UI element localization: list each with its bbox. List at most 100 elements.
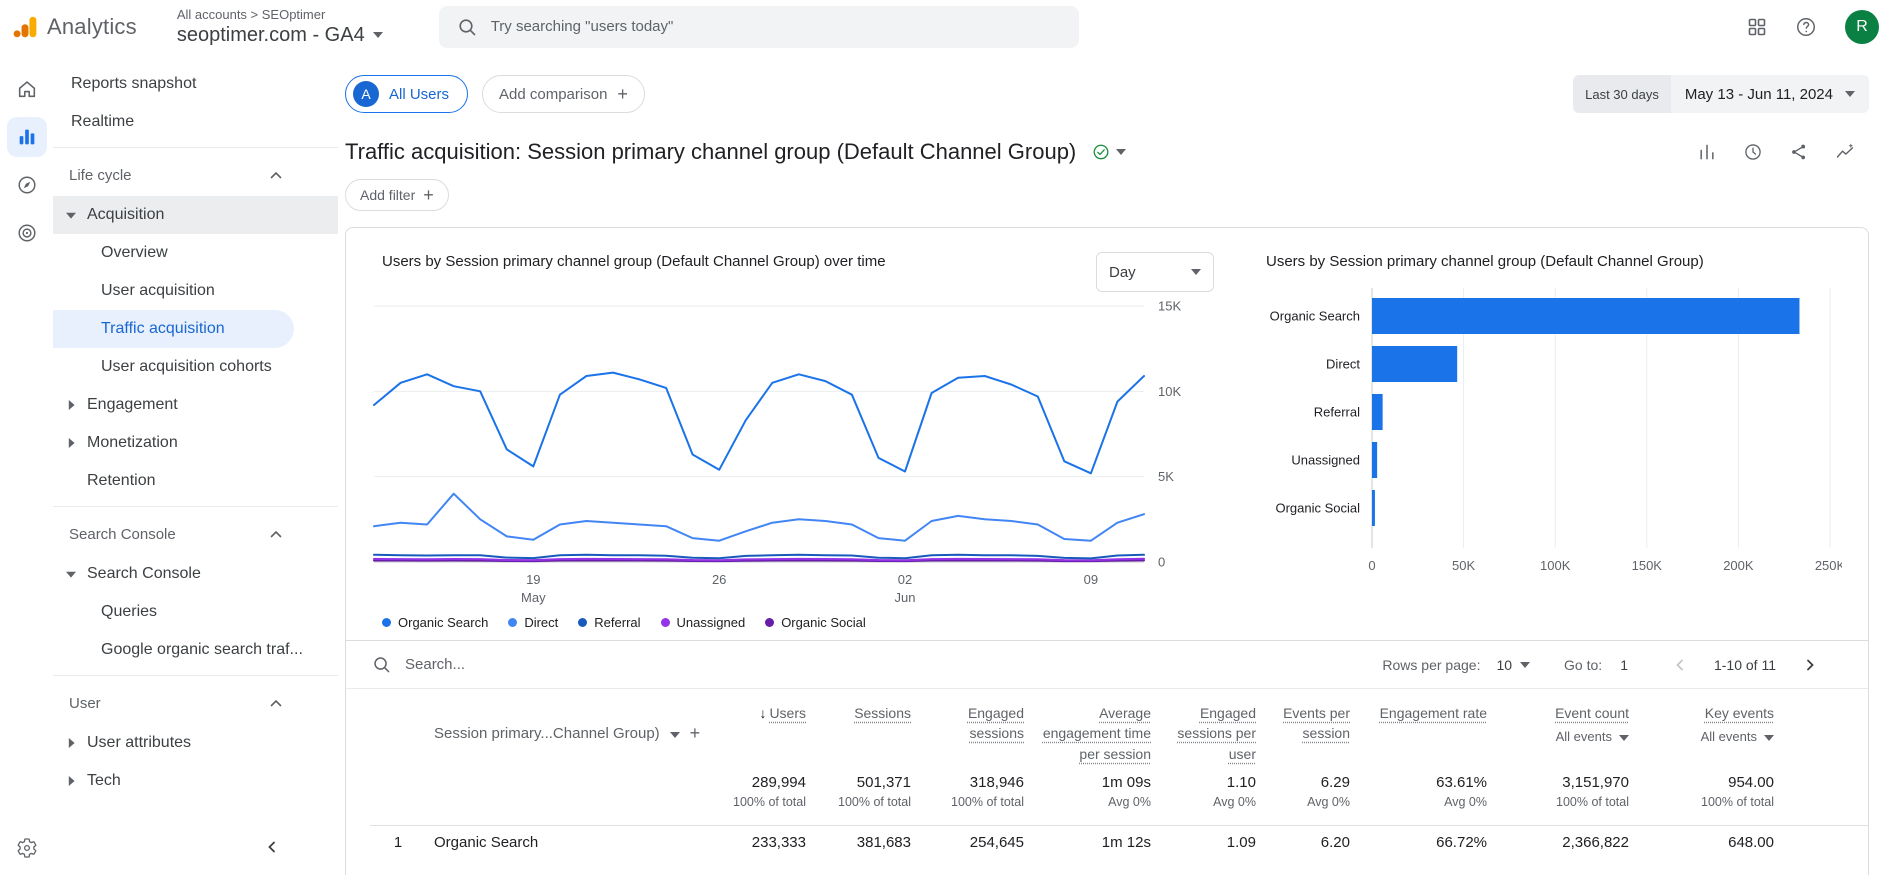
apps-grid-icon[interactable] xyxy=(1747,17,1767,37)
totals-cell: 63.61%Avg 0% xyxy=(1350,774,1487,809)
column-header-event-count[interactable]: Event countAll events xyxy=(1487,703,1629,764)
insights-icon[interactable] xyxy=(1835,142,1855,162)
sidebar-item-overview[interactable]: Overview xyxy=(53,234,338,272)
sidebar-section-search-console[interactable]: Search Console xyxy=(53,513,338,555)
dimension-header[interactable]: Session primary...Channel Group)+ xyxy=(426,703,703,764)
settings-gear-icon[interactable] xyxy=(16,837,38,859)
sidebar-item-user-acquisition-cohorts[interactable]: User acquisition cohorts xyxy=(53,348,338,386)
reports-icon[interactable] xyxy=(7,117,47,157)
report-actions xyxy=(1697,142,1855,162)
global-search[interactable] xyxy=(439,6,1079,48)
row-metric-value: 6.20 xyxy=(1256,834,1350,851)
report-validity-badge[interactable] xyxy=(1086,139,1132,165)
sidebar-item-tech[interactable]: Tech xyxy=(53,762,338,800)
svg-text:02: 02 xyxy=(898,572,912,587)
goto-label: Go to: xyxy=(1564,657,1602,673)
table-totals-row: 289,994100% of total501,371100% of total… xyxy=(370,774,1868,825)
totals-value: 1m 09s xyxy=(1024,774,1151,791)
home-icon[interactable] xyxy=(7,69,47,109)
sidebar-item-search-console[interactable]: Search Console xyxy=(53,555,338,593)
sidebar-item-retention[interactable]: Retention xyxy=(53,462,338,500)
column-header-key-events[interactable]: Key events All events xyxy=(1629,703,1774,764)
add-dimension-icon[interactable]: + xyxy=(690,724,701,742)
svg-text:09: 09 xyxy=(1084,572,1098,587)
sidebar-item-label: Acquisition xyxy=(87,206,164,224)
sidebar-item-google-organic-search-traf[interactable]: Google organic search traf... xyxy=(53,631,338,669)
sidebar-item-engagement[interactable]: Engagement xyxy=(53,386,338,424)
property-block: All accounts > SEOptimer seoptimer.com -… xyxy=(177,7,383,47)
column-header-sessions[interactable]: Sessions xyxy=(806,703,911,764)
totals-value: 318,946 xyxy=(911,774,1024,791)
goto-page-input[interactable]: 1 xyxy=(1620,657,1628,673)
table-search-input[interactable] xyxy=(405,656,705,673)
row-index: 1 xyxy=(370,834,426,851)
column-header-line: Key events xyxy=(1629,703,1774,723)
column-header-users[interactable]: ↓Users xyxy=(703,703,806,764)
totals-value: 1.10 xyxy=(1151,774,1256,791)
all-users-label: All Users xyxy=(389,86,449,103)
totals-subtext: 100% of total xyxy=(1629,795,1774,809)
sidebar-item-label: Queries xyxy=(101,603,157,621)
sidebar-section-user[interactable]: User xyxy=(53,682,338,724)
page-title: Traffic acquisition: Session primary cha… xyxy=(345,139,1076,165)
totals-value: 289,994 xyxy=(703,774,806,791)
table-row[interactable]: 1Organic Search233,333381,683254,6451m 1… xyxy=(370,825,1868,863)
sidebar-item-user-attributes[interactable]: User attributes xyxy=(53,724,338,762)
column-header-events-per-session[interactable]: Events per session xyxy=(1256,703,1350,764)
row-metric-value: 1m 12s xyxy=(1024,834,1151,851)
user-avatar[interactable]: R xyxy=(1845,10,1879,44)
column-header-engaged-sessions-per-user[interactable]: Engaged sessions per user xyxy=(1151,703,1256,764)
collapse-sidenav-button[interactable] xyxy=(258,833,286,861)
metric-event-filter[interactable]: All events xyxy=(1487,728,1629,747)
row-dimension-value: Organic Search xyxy=(426,834,703,851)
row-metric-value: 381,683 xyxy=(806,834,911,851)
explore-icon[interactable] xyxy=(7,165,47,205)
svg-text:Organic Search: Organic Search xyxy=(1270,308,1360,323)
metric-event-filter[interactable]: All events xyxy=(1629,728,1774,747)
previous-page-button[interactable] xyxy=(1666,651,1694,679)
column-header-engagement-rate[interactable]: Engagement rate xyxy=(1350,703,1487,764)
analytics-logo[interactable]: Analytics xyxy=(12,14,137,40)
sidebar-item-queries[interactable]: Queries xyxy=(53,593,338,631)
column-header-line: Events per session xyxy=(1256,703,1350,744)
global-search-input[interactable] xyxy=(491,18,1061,35)
column-header-label: Key events xyxy=(1705,705,1774,721)
column-header-engaged-sessions[interactable]: Engaged sessions xyxy=(911,703,1024,764)
chevron-down-icon xyxy=(1619,728,1629,747)
share-report-icon[interactable] xyxy=(1789,142,1809,162)
sidebar-item-reports-snapshot[interactable]: Reports snapshot xyxy=(53,65,338,103)
table-header-row: Session primary...Channel Group)+↓UsersS… xyxy=(370,689,1868,774)
sidebar-item-realtime[interactable]: Realtime xyxy=(53,103,338,141)
add-comparison-label: Add comparison xyxy=(499,86,607,103)
topbar-actions: R xyxy=(1747,10,1879,44)
totals-cell: 289,994100% of total xyxy=(703,774,806,809)
next-page-button[interactable] xyxy=(1796,651,1824,679)
column-header-average-engagement-time-per-session[interactable]: Average engagement time per session xyxy=(1024,703,1151,764)
sidebar-item-user-acquisition[interactable]: User acquisition xyxy=(53,272,338,310)
all-users-chip[interactable]: A All Users xyxy=(345,75,468,113)
charts-row: Users by Session primary channel group (… xyxy=(346,228,1868,640)
date-range-picker[interactable]: Last 30 days May 13 - Jun 11, 2024 xyxy=(1573,75,1869,113)
property-selector[interactable]: seoptimer.com - GA4 xyxy=(177,24,383,47)
sidebar-section-life-cycle[interactable]: Life cycle xyxy=(53,154,338,196)
sidebar-item-label: Engagement xyxy=(87,396,178,414)
breadcrumb[interactable]: All accounts > SEOptimer xyxy=(177,7,383,22)
bar-chart-title: Users by Session primary channel group (… xyxy=(1260,252,1844,272)
granularity-select[interactable]: Day xyxy=(1096,252,1214,292)
add-filter-button[interactable]: Add filter + xyxy=(345,179,449,211)
svg-text:0: 0 xyxy=(1158,555,1165,570)
row-metric-value: 233,333 xyxy=(703,834,806,851)
svg-text:May: May xyxy=(521,590,546,605)
help-icon[interactable] xyxy=(1795,16,1817,38)
sidebar-item-acquisition[interactable]: Acquisition xyxy=(53,196,338,234)
add-comparison-button[interactable]: Add comparison + xyxy=(482,75,645,113)
advertising-icon[interactable] xyxy=(7,213,47,253)
rows-per-page-select[interactable]: 10 xyxy=(1496,657,1530,673)
customize-report-icon[interactable] xyxy=(1697,142,1717,162)
sidebar-item-traffic-acquisition[interactable]: Traffic acquisition xyxy=(53,310,294,348)
data-quality-icon[interactable] xyxy=(1743,142,1763,162)
sidebar-item-monetization[interactable]: Monetization xyxy=(53,424,338,462)
chevron-down-icon xyxy=(670,725,680,742)
table-search[interactable] xyxy=(372,655,705,674)
legend-dot-icon xyxy=(765,618,774,627)
